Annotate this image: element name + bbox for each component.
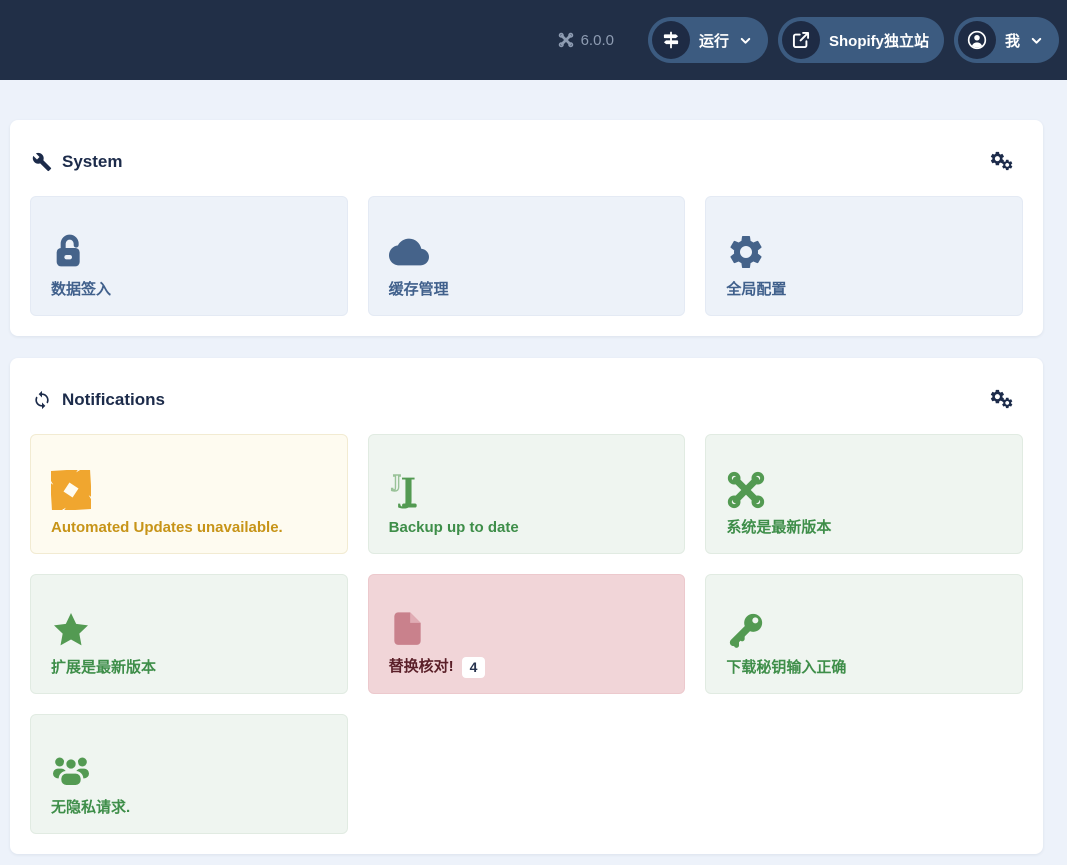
panel-options-button[interactable] xyxy=(987,386,1019,414)
system-panel: System 数据签入 缓存管理 全局配置 xyxy=(10,120,1043,336)
gear-icon xyxy=(726,232,766,272)
unlock-icon xyxy=(51,232,91,272)
card-label: 替换核对! xyxy=(389,658,454,677)
admin-topbar: 6.0.0 运行 Shopify独立站 我 xyxy=(0,0,1067,80)
wrench-icon xyxy=(32,152,52,172)
loop-icon xyxy=(51,470,91,510)
joomla-icon xyxy=(726,470,766,510)
card-global-config[interactable]: 全局配置 xyxy=(705,196,1023,316)
panel-header: Notifications xyxy=(10,358,1043,434)
panel-title: Notifications xyxy=(32,390,165,410)
backup-icon: JJ xyxy=(389,470,429,510)
version-label: 6.0.0 xyxy=(581,32,614,49)
users-icon xyxy=(51,750,91,790)
card-check-in[interactable]: 数据签入 xyxy=(30,196,348,316)
star-icon xyxy=(51,610,91,650)
external-link-icon xyxy=(791,30,811,50)
card-system-up-to-date[interactable]: 系统是最新版本 xyxy=(705,434,1023,554)
notifications-panel: Notifications Automated Updates unavaila… xyxy=(10,358,1043,854)
card-label: Backup up to date xyxy=(389,519,519,538)
dashboard-content: System 数据签入 缓存管理 全局配置 Notifications xyxy=(10,120,1043,854)
site-link-button[interactable]: Shopify独立站 xyxy=(778,17,944,63)
panel-header: System xyxy=(10,120,1043,196)
sync-icon xyxy=(32,390,52,410)
count-badge: 4 xyxy=(462,657,486,679)
cogs-icon xyxy=(989,150,1017,174)
card-label: Automated Updates unavailable. xyxy=(51,519,283,538)
card-label: 缓存管理 xyxy=(389,281,449,300)
joomla-icon xyxy=(558,32,574,48)
card-override-check[interactable]: 替换核对! 4 xyxy=(368,574,686,694)
signpost-icon xyxy=(661,30,681,50)
run-menu-button[interactable]: 运行 xyxy=(648,17,768,63)
chevron-down-icon xyxy=(738,33,753,48)
key-icon xyxy=(726,610,766,650)
card-cache[interactable]: 缓存管理 xyxy=(368,196,686,316)
card-label: 数据签入 xyxy=(51,281,111,300)
svg-text:J: J xyxy=(391,472,401,492)
card-label: 无隐私请求. xyxy=(51,799,130,818)
version-indicator: 6.0.0 xyxy=(558,32,614,49)
user-circle-icon xyxy=(967,30,987,50)
cogs-icon xyxy=(989,388,1017,412)
user-menu-button[interactable]: 我 xyxy=(954,17,1059,63)
card-grid: 数据签入 缓存管理 全局配置 xyxy=(10,196,1043,336)
card-download-key[interactable]: 下载秘钥输入正确 xyxy=(705,574,1023,694)
panel-title: System xyxy=(32,152,122,172)
card-automated-updates[interactable]: Automated Updates unavailable. xyxy=(30,434,348,554)
card-grid: Automated Updates unavailable. JJ Backup… xyxy=(10,434,1043,854)
file-icon xyxy=(389,608,429,648)
card-label: 全局配置 xyxy=(726,281,786,300)
panel-options-button[interactable] xyxy=(987,148,1019,176)
card-extensions-current[interactable]: 扩展是最新版本 xyxy=(30,574,348,694)
card-label: 系统是最新版本 xyxy=(726,519,831,538)
card-label: 扩展是最新版本 xyxy=(51,659,156,678)
card-backup[interactable]: JJ Backup up to date xyxy=(368,434,686,554)
cloud-icon xyxy=(389,232,429,272)
card-privacy-requests[interactable]: 无隐私请求. xyxy=(30,714,348,834)
card-label: 下载秘钥输入正确 xyxy=(726,659,846,678)
chevron-down-icon xyxy=(1029,33,1044,48)
